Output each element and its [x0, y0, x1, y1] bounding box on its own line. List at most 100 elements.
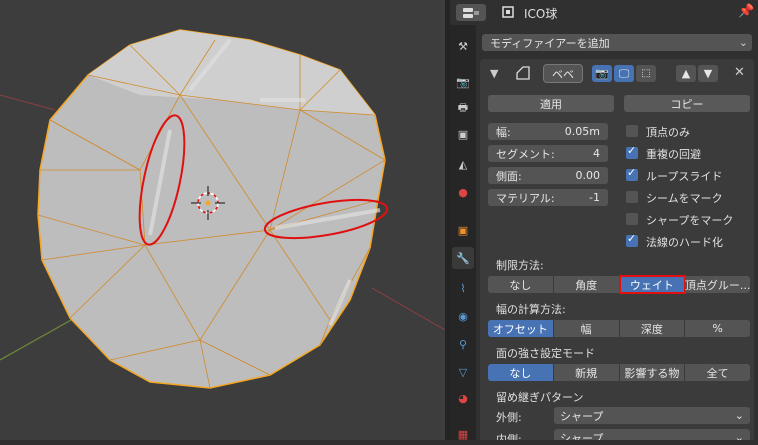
view-layer-tab-icon[interactable]: ▣ — [452, 123, 474, 145]
move-up-button[interactable]: ▲ — [676, 65, 696, 82]
face-new-option[interactable]: 新規 — [553, 364, 620, 381]
data-tab-icon[interactable]: ▽ — [452, 361, 474, 383]
check-icon: ✓ — [627, 144, 637, 157]
modifier-panel: モディファイアーを追加 ⌄ ▼ ベベ 📷 🖵 ⬚ ▲ ▼ ✕ 適用 コピー 幅:… — [476, 25, 758, 440]
add-modifier-label: モディファイアーを追加 — [490, 36, 610, 50]
x-axis-line-left — [0, 94, 56, 111]
close-icon[interactable]: ✕ — [734, 65, 745, 80]
profile-field[interactable]: 側面: 0.00 — [488, 167, 608, 184]
width-method-label: 幅の計算方法: — [496, 303, 566, 316]
profile-value: 0.00 — [575, 169, 601, 182]
check-icon: ✓ — [627, 232, 637, 245]
modifier-name-field[interactable]: ベベ — [543, 64, 583, 83]
width-method-selector: オフセット 幅 深度 % — [488, 320, 750, 337]
3d-viewport[interactable] — [0, 0, 445, 440]
apply-button[interactable]: 適用 — [488, 95, 614, 112]
camera-icon: 📷 — [595, 67, 609, 80]
face-strength-label: 面の強さ設定モード — [496, 347, 595, 360]
limit-method-selector: なし 角度 ウェイト 頂点グルー... — [488, 275, 750, 294]
face-all-option[interactable]: 全て — [685, 364, 750, 381]
face-strength-selector: なし 新規 影響する物 全て — [488, 364, 750, 381]
profile-label: 側面: — [496, 169, 522, 183]
arrow-up-icon: ▲ — [681, 67, 691, 80]
face-none-option[interactable]: なし — [488, 364, 554, 381]
clamp-overlap-label: 重複の回避 — [646, 148, 701, 161]
modifier-name: ベベ — [552, 67, 574, 81]
outer-miter-value: シャープ — [560, 409, 604, 423]
viewport-toggle[interactable]: 🖵 — [614, 65, 634, 82]
bevel-modifier-icon — [516, 66, 530, 80]
monitor-icon: 🖵 — [618, 66, 630, 80]
object-tab-icon[interactable]: ▣ — [452, 219, 474, 241]
limit-angle-option[interactable]: 角度 — [553, 276, 620, 293]
x-axis-line-right — [371, 287, 445, 331]
loop-slide-label: ループスライド — [646, 170, 723, 183]
width-value: 0.05m — [564, 125, 600, 138]
check-icon: ✓ — [627, 166, 637, 179]
modifier-tab-icon[interactable]: 🔧 — [452, 247, 474, 269]
render-toggle[interactable]: 📷 — [592, 65, 612, 82]
render-tab-icon[interactable]: 📷 — [452, 71, 474, 93]
world-tab-icon[interactable]: ● — [452, 181, 474, 203]
editor-type-dropdown[interactable] — [456, 4, 486, 21]
texture-tab-icon[interactable]: ▦ — [452, 423, 474, 445]
harden-normals-checkbox[interactable]: ✓ — [626, 232, 638, 247]
output-tab-icon[interactable]: 🖶 — [452, 97, 474, 119]
segments-value: 4 — [593, 147, 600, 160]
collapse-triangle-icon[interactable]: ▼ — [490, 67, 498, 80]
outer-miter-dropdown[interactable]: シャープ ⌄ — [554, 407, 750, 424]
constraints-tab-icon[interactable]: ⚲ — [452, 333, 474, 355]
segments-label: セグメント: — [496, 147, 555, 161]
arrow-down-icon: ▼ — [703, 67, 713, 80]
outer-miter-label: 外側: — [496, 411, 522, 424]
properties-editor-icon — [463, 7, 479, 18]
pin-icon[interactable]: 📌 — [738, 4, 754, 19]
physics-tab-icon[interactable]: ◉ — [452, 305, 474, 327]
object-name: ICO球 — [524, 7, 558, 21]
limit-none-option[interactable]: なし — [488, 276, 554, 293]
properties-tabs: ⚒ 📷 🖶 ▣ ◭ ● ▣ 🔧 ⌇ ◉ ⚲ ▽ ◕ ▦ — [450, 25, 476, 441]
move-down-button[interactable]: ▼ — [698, 65, 718, 82]
object-icon — [502, 6, 514, 18]
material-tab-icon[interactable]: ◕ — [452, 387, 474, 409]
apply-label: 適用 — [540, 97, 562, 111]
copy-button[interactable]: コピー — [624, 95, 750, 112]
width-depth-option[interactable]: 深度 — [619, 320, 686, 337]
harden-normals-label: 法線のハード化 — [646, 236, 723, 249]
limit-weight-option[interactable]: ウェイト — [618, 275, 687, 294]
miter-pattern-label: 留め継ぎパターン — [496, 391, 584, 404]
inner-miter-dropdown[interactable]: シャープ ⌄ — [554, 429, 750, 440]
width-label: 幅: — [496, 125, 511, 139]
copy-label: コピー — [670, 97, 704, 111]
width-offset-option[interactable]: オフセット — [488, 320, 554, 337]
inner-miter-label: 内側: — [496, 433, 522, 440]
tool-tab-icon[interactable]: ⚒ — [452, 35, 474, 57]
editmode-toggle[interactable]: ⬚ — [636, 65, 656, 82]
mark-sharp-checkbox[interactable] — [626, 213, 638, 225]
chevron-down-icon: ⌄ — [734, 431, 744, 440]
material-field[interactable]: マテリアル: -1 — [488, 189, 608, 206]
inner-miter-value: シャープ — [560, 431, 604, 441]
width-width-option[interactable]: 幅 — [553, 320, 620, 337]
material-label: マテリアル: — [496, 191, 555, 205]
width-percent-option[interactable]: % — [685, 320, 750, 337]
scene-tab-icon[interactable]: ◭ — [452, 153, 474, 175]
clamp-overlap-checkbox[interactable]: ✓ — [626, 144, 638, 159]
particles-tab-icon[interactable]: ⌇ — [452, 277, 474, 299]
vertex-only-checkbox[interactable] — [626, 125, 638, 137]
limit-method-label: 制限方法: — [496, 259, 544, 272]
y-axis-line — [0, 314, 81, 361]
chevron-down-icon: ⌄ — [738, 36, 748, 49]
loop-slide-checkbox[interactable]: ✓ — [626, 166, 638, 181]
properties-header: ICO球 📌 — [450, 0, 758, 26]
face-affected-option[interactable]: 影響する物 — [619, 364, 686, 381]
width-field[interactable]: 幅: 0.05m — [488, 123, 608, 140]
chevron-down-icon: ⌄ — [734, 409, 744, 422]
mark-seam-checkbox[interactable] — [626, 191, 638, 203]
segments-field[interactable]: セグメント: 4 — [488, 145, 608, 162]
editmode-icon: ⬚ — [641, 68, 651, 79]
limit-vgroup-option[interactable]: 頂点グルー... — [685, 276, 750, 293]
vertex-only-label: 頂点のみ — [646, 126, 690, 139]
mark-sharp-label: シャープをマーク — [646, 214, 734, 227]
add-modifier-dropdown[interactable]: モディファイアーを追加 ⌄ — [482, 34, 752, 51]
